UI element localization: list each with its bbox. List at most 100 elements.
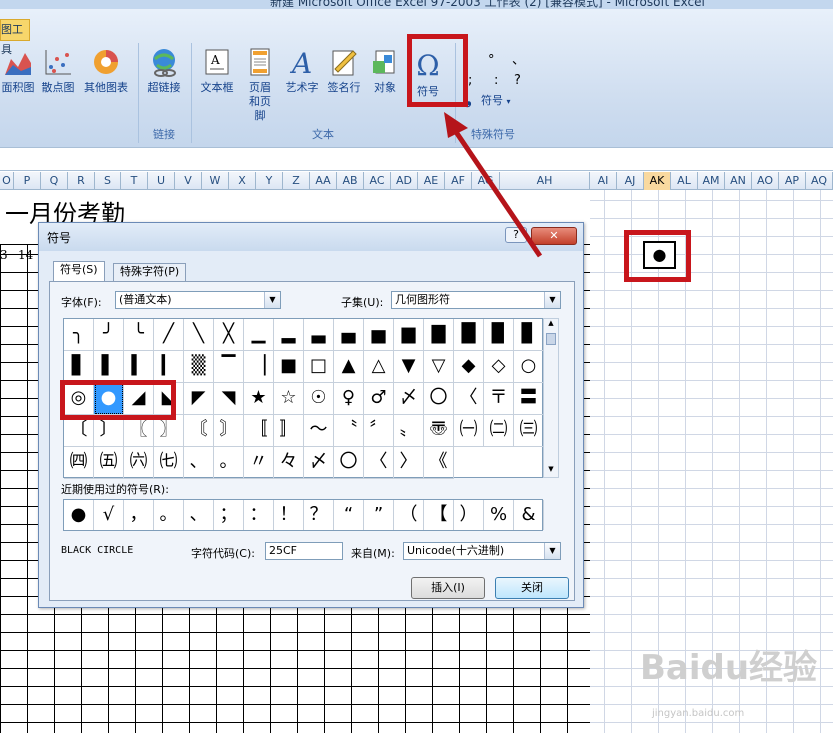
- close-icon[interactable]: ✕: [531, 227, 577, 245]
- scroll-down-icon[interactable]: ▼: [545, 465, 557, 477]
- recent-symbols[interactable]: ● √，。、；：！？ “” （【）% &: [63, 499, 544, 531]
- special-symbol-button[interactable]: ❟ 符号 ▾: [466, 93, 522, 109]
- symbol-cell[interactable]: 〛: [274, 415, 304, 447]
- symbol-cell[interactable]: ▅: [364, 319, 394, 351]
- column-header[interactable]: U: [148, 172, 175, 190]
- insert-button[interactable]: 插入(I): [411, 577, 485, 599]
- symbol-cell[interactable]: ▄: [334, 319, 364, 351]
- symbol-cell[interactable]: 〆: [394, 383, 424, 415]
- column-header[interactable]: W: [202, 172, 229, 190]
- symbol-cell[interactable]: 〇: [334, 447, 364, 479]
- chevron-down-icon[interactable]: ▼: [544, 543, 560, 559]
- tool-tab[interactable]: 图工具: [0, 19, 30, 56]
- symbol-cell[interactable]: 〘: [184, 415, 214, 447]
- symbol-cell[interactable]: 〈: [364, 447, 394, 479]
- help-button[interactable]: ?: [505, 227, 527, 243]
- recent-symbol-cell[interactable]: ：: [244, 500, 274, 530]
- row-number-14[interactable]: 14: [18, 248, 33, 262]
- recent-symbol-cell[interactable]: √: [94, 500, 124, 530]
- symbol-cell[interactable]: ㈦: [154, 447, 184, 479]
- symbol-cell[interactable]: ○: [514, 351, 544, 383]
- symbol-cell[interactable]: 〉: [394, 447, 424, 479]
- column-header[interactable]: AG: [472, 172, 500, 190]
- column-header[interactable]: P: [14, 172, 41, 190]
- header-footer-button[interactable]: 页眉和页脚: [238, 47, 282, 123]
- column-header[interactable]: AA: [310, 172, 337, 190]
- symbol-cell[interactable]: ╯: [94, 319, 124, 351]
- column-header[interactable]: S: [95, 172, 121, 190]
- column-header[interactable]: AJ: [617, 172, 644, 190]
- column-header[interactable]: Y: [256, 172, 283, 190]
- recent-symbol-cell[interactable]: ？: [304, 500, 334, 530]
- column-header[interactable]: AM: [698, 172, 725, 190]
- symbol-cell[interactable]: ▁: [244, 319, 274, 351]
- symbol-cell[interactable]: ▂: [274, 319, 304, 351]
- column-header[interactable]: X: [229, 172, 256, 190]
- recent-symbol-cell[interactable]: ！: [274, 500, 304, 530]
- symbol-cell[interactable]: █: [454, 319, 484, 351]
- symbol-cell[interactable]: ◇: [484, 351, 514, 383]
- symbol-cell[interactable]: ㈠: [454, 415, 484, 447]
- symbol-cell[interactable]: ▉: [484, 319, 514, 351]
- signature-button[interactable]: 签名行: [323, 47, 365, 95]
- column-header[interactable]: AK: [644, 172, 671, 190]
- column-header[interactable]: AC: [364, 172, 391, 190]
- symbol-cell[interactable]: ▍: [124, 351, 154, 383]
- symbol-cell[interactable]: ╰: [124, 319, 154, 351]
- recent-symbol-cell[interactable]: ）: [454, 500, 484, 530]
- symbol-cell[interactable]: ▲: [334, 351, 364, 383]
- column-header[interactable]: AH: [500, 172, 590, 190]
- symbol-cell[interactable]: ♂: [364, 383, 394, 415]
- column-header[interactable]: T: [121, 172, 148, 190]
- column-header[interactable]: AB: [337, 172, 364, 190]
- recent-symbol-cell[interactable]: 。: [154, 500, 184, 530]
- special-symbol-preview[interactable]: °、 ;:?: [468, 53, 528, 89]
- scroll-up-icon[interactable]: ▲: [545, 319, 557, 331]
- column-header[interactable]: Z: [283, 172, 310, 190]
- symbol-cell[interactable]: ▋: [64, 351, 94, 383]
- symbol-cell[interactable]: ▌: [94, 351, 124, 383]
- wordart-button[interactable]: A 艺术字: [282, 47, 322, 95]
- symbol-cell[interactable]: ▎: [154, 351, 184, 383]
- char-code-input[interactable]: 25CF: [265, 542, 343, 560]
- symbol-cell[interactable]: ╱: [154, 319, 184, 351]
- symbol-cell[interactable]: □: [304, 351, 334, 383]
- symbol-cell[interactable]: ◆: [454, 351, 484, 383]
- object-button[interactable]: 对象: [366, 47, 404, 95]
- recent-symbol-cell[interactable]: ，: [124, 500, 154, 530]
- recent-symbol-cell[interactable]: （: [394, 500, 424, 530]
- column-header[interactable]: AD: [391, 172, 418, 190]
- recent-symbol-cell[interactable]: ●: [64, 500, 94, 530]
- symbol-cell[interactable]: ▔: [214, 351, 244, 383]
- other-chart-button[interactable]: 其他图表: [80, 47, 132, 95]
- symbol-cell[interactable]: ╲: [184, 319, 214, 351]
- recent-symbol-cell[interactable]: &: [514, 500, 544, 530]
- symbol-cell[interactable]: 〆: [304, 447, 334, 479]
- column-header[interactable]: AO: [752, 172, 779, 190]
- symbol-cell[interactable]: 〙: [214, 415, 244, 447]
- scroll-thumb[interactable]: [546, 333, 556, 345]
- symbol-cell[interactable]: ☆: [274, 383, 304, 415]
- area-chart-button[interactable]: 面积图: [0, 47, 36, 95]
- symbol-cell[interactable]: △: [364, 351, 394, 383]
- symbol-cell[interactable]: ▊: [514, 319, 544, 351]
- recent-symbol-cell[interactable]: 、: [184, 500, 214, 530]
- symbol-cell[interactable]: ■: [274, 351, 304, 383]
- symbol-cell[interactable]: 々: [274, 447, 304, 479]
- symbol-cell[interactable]: ㈥: [124, 447, 154, 479]
- symbol-cell[interactable]: ♀: [334, 383, 364, 415]
- recent-symbol-cell[interactable]: ”: [364, 500, 394, 530]
- symbol-cell[interactable]: ▆: [394, 319, 424, 351]
- column-header[interactable]: AP: [779, 172, 806, 190]
- symbol-cell[interactable]: ㈡: [484, 415, 514, 447]
- column-header[interactable]: AQ: [806, 172, 833, 190]
- font-select[interactable]: (普通文本) ▼: [115, 291, 281, 309]
- symbol-cell[interactable]: ★: [244, 383, 274, 415]
- symbol-cell[interactable]: ◤: [184, 383, 214, 415]
- symbol-cell[interactable]: 、: [184, 447, 214, 479]
- chevron-down-icon[interactable]: ▼: [544, 292, 560, 308]
- symbol-cell[interactable]: 〈: [454, 383, 484, 415]
- symbol-cell[interactable]: ▽: [424, 351, 454, 383]
- symbol-cell[interactable]: 〠: [424, 415, 454, 447]
- recent-symbol-cell[interactable]: 【: [424, 500, 454, 530]
